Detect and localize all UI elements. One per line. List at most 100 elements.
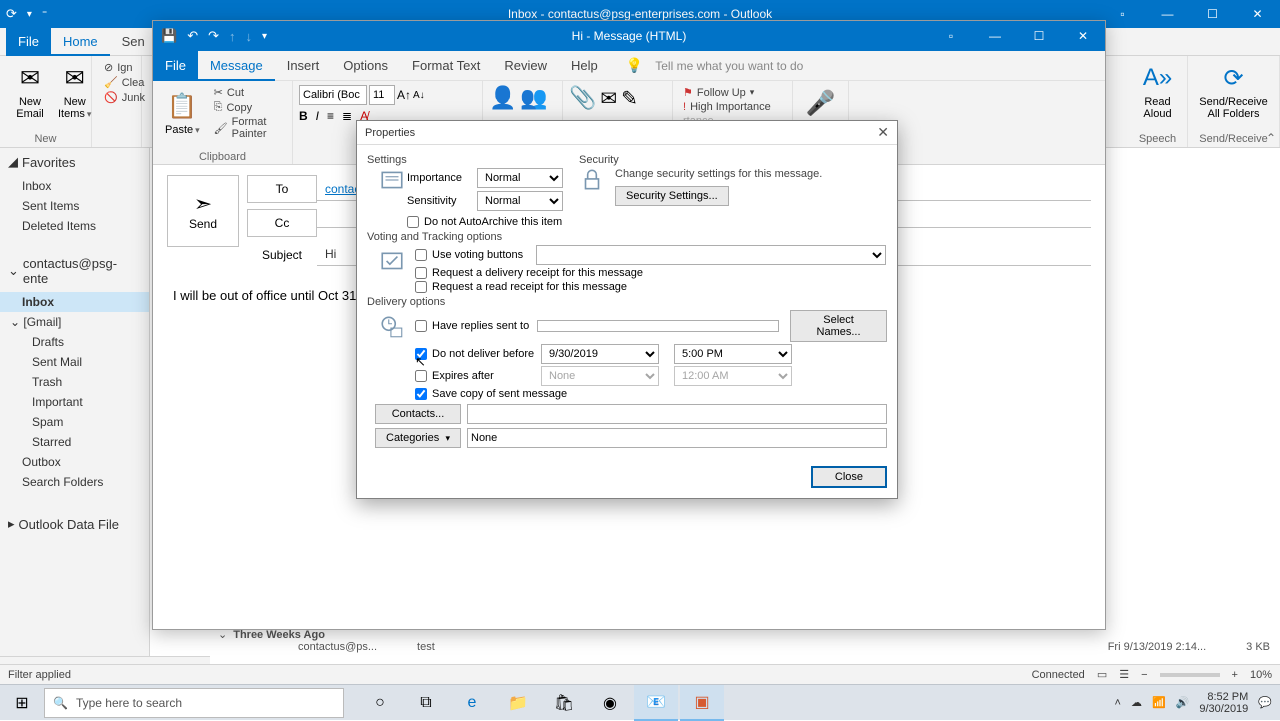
format-painter-button[interactable]: 🖌Format Painter	[210, 115, 286, 141]
collapse-ribbon-icon[interactable]: ⌃	[1266, 131, 1276, 145]
volume-icon[interactable]: 🔊	[1176, 696, 1190, 709]
close-button-dialog[interactable]: Close	[811, 466, 887, 488]
account-header[interactable]: ⌄contactus@psg-ente	[0, 250, 149, 292]
expires-date-select[interactable]: None	[541, 366, 659, 386]
fav-inbox[interactable]: Inbox	[0, 176, 149, 196]
msg-tab-format[interactable]: Format Text	[400, 51, 492, 81]
close-button[interactable]: ✕	[1235, 0, 1280, 28]
view-reading-icon[interactable]: ☰	[1119, 668, 1129, 681]
folder-sent-mail[interactable]: Sent Mail	[0, 352, 149, 372]
send-receive-icon[interactable]: ⟳	[6, 6, 17, 22]
security-settings-button[interactable]: Security Settings...	[615, 186, 729, 206]
store-icon[interactable]: 🛍	[542, 685, 586, 721]
notifications-icon[interactable]: 💬	[1258, 696, 1272, 709]
zoom-in-icon[interactable]: +	[1232, 669, 1238, 681]
prev-icon[interactable]: ↑	[229, 29, 236, 44]
msg-tab-message[interactable]: Message	[198, 51, 275, 81]
save-copy-checkbox[interactable]	[415, 388, 427, 400]
start-button[interactable]: ⊞	[0, 685, 44, 721]
attach-item-icon[interactable]: ✉	[600, 86, 617, 111]
edge-icon[interactable]: e	[450, 685, 494, 721]
send-button[interactable]: ➣ Send	[167, 175, 239, 247]
qat-dropdown-icon[interactable]: ▾	[27, 9, 32, 20]
zoom-slider[interactable]	[1160, 673, 1220, 677]
favorites-header[interactable]: ◢Favorites	[0, 148, 149, 176]
select-names-button[interactable]: Select Names...	[790, 310, 887, 342]
tell-me-input[interactable]: Tell me what you want to do	[655, 59, 803, 73]
new-email-button[interactable]: ✉ New Email	[8, 60, 52, 122]
numbering-icon[interactable]: ≣	[342, 109, 352, 123]
dialog-close-icon[interactable]: ✕	[877, 124, 889, 141]
cut-button[interactable]: ✂Cut	[210, 85, 286, 100]
msg-close-button[interactable]: ✕	[1061, 21, 1105, 51]
qat-overflow-icon[interactable]: ⁼	[42, 9, 47, 20]
shrink-font-icon[interactable]: A↓	[413, 90, 425, 101]
tab-send-receive[interactable]: Sen	[110, 28, 157, 56]
taskbar-search[interactable]: 🔍 Type here to search	[44, 688, 344, 718]
font-size-input[interactable]	[369, 85, 395, 105]
sensitivity-select[interactable]: Normal	[477, 191, 563, 211]
tray-up-icon[interactable]: ˄	[1115, 697, 1121, 709]
msg-minimize-button[interactable]: —	[973, 21, 1017, 51]
tab-file[interactable]: File	[6, 28, 51, 56]
list-group-header[interactable]: Three Weeks Ago	[233, 629, 325, 641]
copy-button[interactable]: ⎘Copy	[210, 100, 286, 115]
msg-qat-dropdown-icon[interactable]: ▾	[262, 31, 267, 42]
to-button[interactable]: To	[247, 175, 317, 203]
list-item[interactable]: contactus@ps... test Fri 9/13/2019 2:14.…	[218, 641, 1270, 653]
ignore-button[interactable]: ⊘Ign	[100, 60, 133, 75]
ribbon-options-icon[interactable]: ▫	[1100, 0, 1145, 28]
bold-button[interactable]: B	[299, 109, 308, 123]
categories-button[interactable]: Categories▾	[375, 428, 461, 448]
msg-tab-review[interactable]: Review	[492, 51, 559, 81]
zoom-out-icon[interactable]: −	[1141, 669, 1147, 681]
deliver-date-select[interactable]: 9/30/2019	[541, 344, 659, 364]
paste-button[interactable]: 📋 Paste	[159, 88, 206, 138]
address-book-icon[interactable]: 👤	[489, 85, 516, 111]
tab-home[interactable]: Home	[51, 28, 110, 56]
datafile-header[interactable]: ▸Outlook Data File	[0, 510, 149, 538]
maximize-button[interactable]: ☐	[1190, 0, 1235, 28]
next-icon[interactable]: ↓	[246, 29, 253, 44]
expires-time-select[interactable]: 12:00 AM	[674, 366, 792, 386]
explorer-icon[interactable]: 📁	[496, 685, 540, 721]
send-receive-all-button[interactable]: ⟳ Send/Receive All Folders	[1196, 60, 1271, 122]
redo-icon[interactable]: ↷	[208, 28, 219, 44]
fav-deleted[interactable]: Deleted Items	[0, 216, 149, 236]
taskview-icon[interactable]: ⧉	[404, 685, 448, 721]
deliver-time-select[interactable]: 5:00 PM	[674, 344, 792, 364]
font-name-input[interactable]	[299, 85, 367, 105]
undo-icon[interactable]: ↶	[187, 28, 198, 44]
replies-to-input[interactable]	[537, 320, 779, 332]
attach-file-icon[interactable]: 📎	[569, 85, 596, 111]
msg-ribbon-options-icon[interactable]: ▫	[929, 21, 973, 51]
snagit-icon[interactable]: ▣	[680, 685, 724, 721]
msg-maximize-button[interactable]: ☐	[1017, 21, 1061, 51]
clock[interactable]: 8:52 PM 9/30/2019	[1199, 691, 1248, 715]
msg-tab-insert[interactable]: Insert	[275, 51, 332, 81]
voting-select[interactable]	[536, 245, 886, 265]
onedrive-icon[interactable]: ☁	[1131, 696, 1142, 709]
wifi-icon[interactable]: 📶	[1152, 696, 1166, 709]
delivery-receipt-checkbox[interactable]	[415, 267, 427, 279]
msg-tab-options[interactable]: Options	[331, 51, 400, 81]
folder-important[interactable]: Important	[0, 392, 149, 412]
check-names-icon[interactable]: 👥	[520, 85, 547, 111]
read-aloud-button[interactable]: A» Read Aloud	[1136, 60, 1179, 122]
follow-up-button[interactable]: ⚑Follow Up▾	[679, 85, 786, 100]
high-importance-button[interactable]: !High Importance	[679, 100, 786, 114]
expires-checkbox[interactable]	[415, 370, 427, 382]
fav-sent[interactable]: Sent Items	[0, 196, 149, 216]
read-receipt-checkbox[interactable]	[415, 281, 427, 293]
msg-tab-file[interactable]: File	[153, 51, 198, 81]
cortana-icon[interactable]: ○	[358, 685, 402, 721]
cc-button[interactable]: Cc	[247, 209, 317, 237]
view-normal-icon[interactable]: ▭	[1097, 668, 1107, 681]
italic-button[interactable]: I	[316, 109, 319, 123]
folder-spam[interactable]: Spam	[0, 412, 149, 432]
contacts-button[interactable]: Contacts...	[375, 404, 461, 424]
minimize-button[interactable]: —	[1145, 0, 1190, 28]
bullets-icon[interactable]: ≡	[327, 109, 334, 123]
folder-inbox[interactable]: Inbox	[0, 292, 149, 312]
cleanup-button[interactable]: 🧹Clea	[100, 75, 133, 90]
